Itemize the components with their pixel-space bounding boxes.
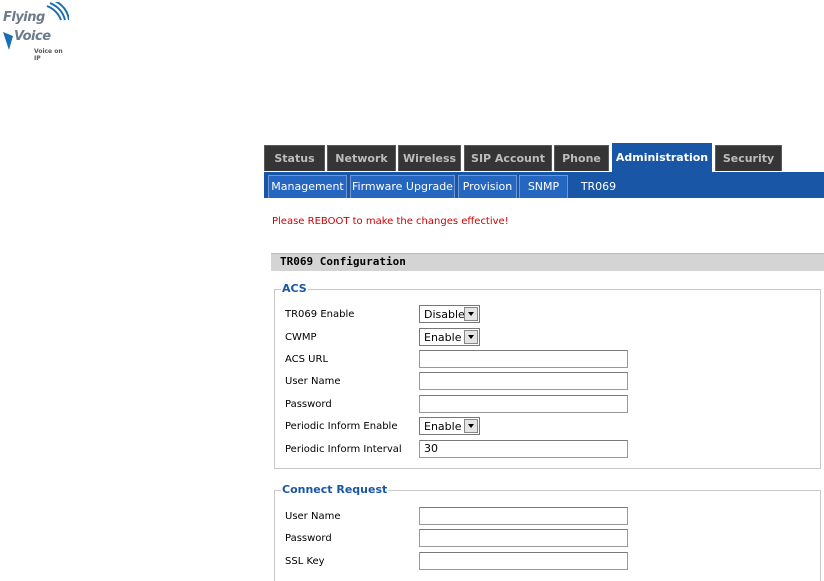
subtab-firmware-upgrade[interactable]: Firmware Upgrade — [350, 175, 455, 198]
chevron-down-icon[interactable] — [464, 307, 478, 321]
subtab-management[interactable]: Management — [268, 175, 347, 198]
periodic-inform-enable-select[interactable]: Enable — [419, 417, 480, 435]
cwmp-label: CWMP — [285, 332, 317, 343]
subtab-tr069[interactable]: TR069 — [572, 175, 625, 198]
acs-password-input[interactable] — [419, 395, 628, 413]
cr-user-name-input[interactable] — [419, 507, 628, 525]
cwmp-value: Enable — [424, 331, 462, 344]
flying-voice-logo: Flying Voice Voice on IP — [3, 2, 69, 62]
tab-sip-account[interactable]: SIP Account — [464, 145, 552, 171]
tab-security[interactable]: Security — [715, 145, 782, 171]
logo-word-voice: Voice — [14, 29, 51, 44]
subtab-snmp[interactable]: SNMP — [519, 175, 568, 198]
acs-password-label: Password — [285, 399, 332, 410]
periodic-inform-interval-label: Periodic Inform Interval — [285, 444, 402, 455]
tr069-enable-label: TR069 Enable — [285, 309, 355, 320]
subtab-provision[interactable]: Provision — [458, 175, 517, 198]
tab-phone[interactable]: Phone — [554, 145, 609, 171]
section-title: TR069 Configuration — [271, 253, 824, 271]
cwmp-select[interactable]: Enable — [419, 328, 480, 346]
tab-network[interactable]: Network — [327, 145, 396, 171]
logo-tagline: Voice on IP — [34, 48, 63, 62]
cr-password-input[interactable] — [419, 529, 628, 547]
periodic-inform-enable-label: Periodic Inform Enable — [285, 421, 398, 432]
connect-request-fieldset: Connect Request User Name Password SSL K… — [274, 483, 821, 581]
reboot-notice: Please REBOOT to make the changes effect… — [272, 216, 509, 227]
chevron-down-icon[interactable] — [464, 419, 478, 433]
acs-fieldset: ACS TR069 Enable Disable CWMP Enable ACS… — [274, 282, 821, 469]
sub-tab-bar: Management Firmware Upgrade Provision SN… — [264, 172, 824, 198]
cr-user-name-label: User Name — [285, 511, 341, 522]
acs-user-name-label: User Name — [285, 376, 341, 387]
tr069-enable-value: Disable — [424, 308, 465, 321]
ssl-key-input[interactable] — [419, 552, 628, 570]
chevron-down-icon[interactable] — [464, 330, 478, 344]
acs-user-name-input[interactable] — [419, 372, 628, 390]
acs-legend: ACS — [281, 282, 308, 295]
acs-url-label: ACS URL — [285, 354, 329, 365]
connect-request-legend: Connect Request — [281, 483, 389, 496]
tr069-enable-select[interactable]: Disable — [419, 305, 480, 323]
ssl-key-label: SSL Key — [285, 556, 325, 567]
acs-url-input[interactable] — [419, 350, 628, 368]
tab-administration[interactable]: Administration — [612, 143, 712, 172]
cr-password-label: Password — [285, 533, 332, 544]
tab-wireless[interactable]: Wireless — [398, 145, 461, 171]
tab-status[interactable]: Status — [264, 145, 325, 171]
periodic-inform-interval-input[interactable]: 30 — [419, 440, 628, 458]
main-tab-bar: Status Network Wireless SIP Account Phon… — [264, 140, 824, 172]
admin-panel: Status Network Wireless SIP Account Phon… — [264, 140, 824, 581]
periodic-inform-enable-value: Enable — [424, 420, 462, 433]
logo-word-flying: Flying — [3, 10, 45, 25]
